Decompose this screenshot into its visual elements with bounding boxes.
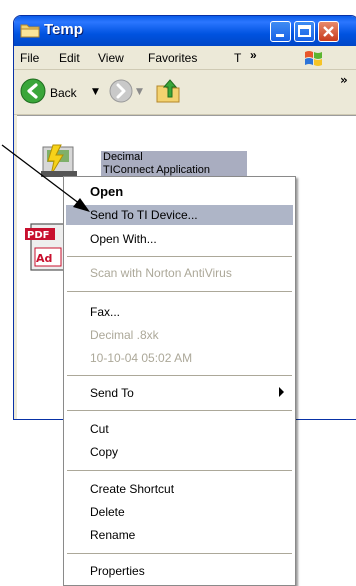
menu-separator: [67, 256, 292, 257]
menu-bar: File Edit View Favorites T »: [14, 46, 356, 70]
menu-item-rename[interactable]: Rename: [66, 525, 293, 545]
menu-edit[interactable]: Edit: [59, 51, 80, 65]
folder-icon: [20, 24, 40, 38]
menu-item-scan-norton[interactable]: Scan with Norton AntiVirus: [66, 263, 293, 283]
menu-item-delete[interactable]: Delete: [66, 502, 293, 522]
forward-arrow-icon[interactable]: [109, 79, 133, 103]
maximize-icon: [298, 25, 311, 37]
menu-item-create-shortcut[interactable]: Create Shortcut: [66, 479, 293, 499]
window-title: Temp: [44, 21, 83, 38]
menu-separator: [67, 470, 292, 471]
menu-item-cut[interactable]: Cut: [66, 419, 293, 439]
menu-favorites[interactable]: Favorites: [148, 51, 197, 65]
menu-tools[interactable]: T: [234, 51, 241, 65]
menu-item-open-with[interactable]: Open With...: [66, 229, 293, 249]
menu-item-file-info-date: 10-10-04 05:02 AM: [90, 351, 193, 365]
windows-logo-icon: [305, 51, 322, 66]
close-button[interactable]: [318, 21, 339, 42]
menu-file[interactable]: File: [20, 51, 39, 65]
menu-item-send-to[interactable]: Send To: [66, 383, 293, 403]
menu-separator: [67, 375, 292, 376]
title-bar[interactable]: Temp: [14, 16, 356, 46]
context-menu: Open Send To TI Device... Open With... S…: [63, 176, 296, 586]
menu-item-open[interactable]: Open: [66, 181, 293, 201]
menu-item-file-info-name: Decimal .8xk: [90, 328, 159, 342]
toolbar: Back ▼ ▼ »: [14, 70, 356, 115]
back-arrow-icon[interactable]: [20, 78, 46, 104]
back-dropdown[interactable]: ▼: [92, 87, 99, 97]
maximize-button[interactable]: [294, 21, 315, 42]
menu-item-properties[interactable]: Properties: [66, 561, 293, 581]
forward-dropdown[interactable]: ▼: [136, 87, 143, 97]
toolbar-overflow[interactable]: »: [340, 73, 348, 87]
minimize-button[interactable]: [270, 21, 291, 42]
minimize-icon: [276, 34, 284, 37]
back-button-label[interactable]: Back: [50, 86, 77, 100]
file-name-label[interactable]: Decimal TIConnect Application: [101, 151, 247, 179]
menu-view[interactable]: View: [98, 51, 124, 65]
close-icon: [323, 26, 334, 37]
menu-overflow[interactable]: »: [250, 48, 257, 62]
svg-text:Ad: Ad: [36, 252, 52, 265]
ti-file-icon[interactable]: [39, 141, 79, 179]
menu-item-copy[interactable]: Copy: [66, 442, 293, 462]
menu-item-send-to-ti-device[interactable]: Send To TI Device...: [66, 205, 293, 225]
menu-separator: [67, 291, 292, 292]
submenu-arrow-icon: [279, 387, 284, 397]
menu-separator: [67, 553, 292, 554]
svg-text:PDF: PDF: [27, 230, 49, 241]
menu-item-fax[interactable]: Fax...: [66, 302, 293, 322]
up-folder-icon[interactable]: [154, 77, 182, 105]
menu-separator: [67, 410, 292, 411]
